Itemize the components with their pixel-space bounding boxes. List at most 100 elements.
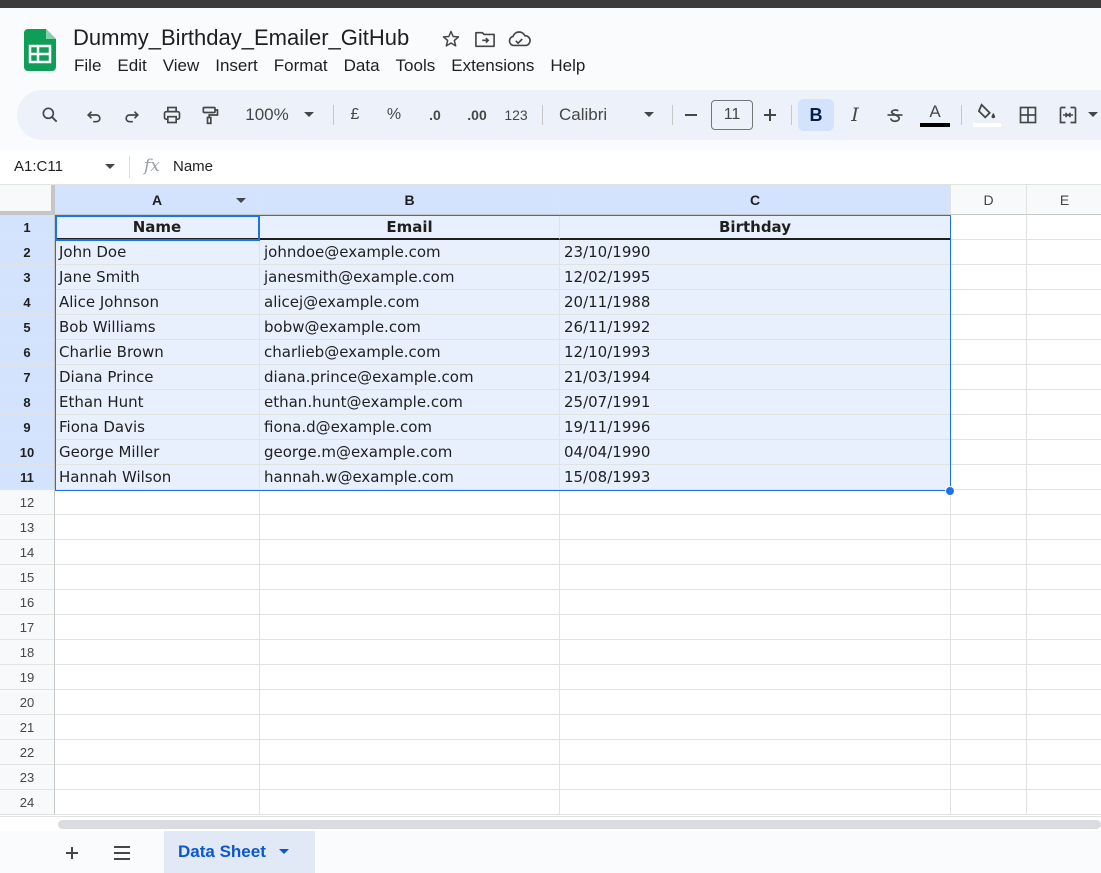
table-cell[interactable] (560, 515, 951, 540)
row-header[interactable]: 5 (0, 315, 55, 340)
table-cell[interactable]: johndoe@example.com (260, 240, 560, 265)
table-cell[interactable] (951, 690, 1027, 715)
merge-cells-icon[interactable] (1053, 99, 1083, 131)
table-cell[interactable]: hannah.w@example.com (260, 465, 560, 490)
table-cell[interactable]: george.m@example.com (260, 440, 560, 465)
move-folder-icon[interactable] (472, 26, 498, 52)
table-cell[interactable] (951, 415, 1027, 440)
row-header[interactable]: 24 (0, 790, 55, 815)
all-sheets-menu-icon[interactable] (110, 843, 134, 863)
table-cell[interactable] (55, 765, 260, 790)
star-icon[interactable] (438, 26, 464, 52)
table-cell[interactable]: 12/10/1993 (560, 340, 951, 365)
table-cell[interactable] (1027, 290, 1101, 315)
decrease-font-size-icon[interactable] (679, 99, 703, 131)
row-header[interactable]: 8 (0, 390, 55, 415)
table-cell[interactable] (260, 665, 560, 690)
table-cell[interactable] (951, 640, 1027, 665)
row-header[interactable]: 9 (0, 415, 55, 440)
row-header[interactable]: 19 (0, 665, 55, 690)
table-cell[interactable] (1027, 415, 1101, 440)
table-cell[interactable] (951, 765, 1027, 790)
row-header[interactable]: 13 (0, 515, 55, 540)
name-box-dropdown-icon[interactable] (104, 163, 116, 171)
table-cell[interactable] (560, 565, 951, 590)
table-cell[interactable] (260, 790, 560, 815)
row-header[interactable]: 23 (0, 765, 55, 790)
column-header-a[interactable]: A (55, 185, 260, 215)
table-cell[interactable]: 15/08/1993 (560, 465, 951, 490)
column-header-c[interactable]: C (560, 185, 951, 215)
table-cell[interactable]: diana.prince@example.com (260, 365, 560, 390)
table-cell[interactable] (55, 740, 260, 765)
table-cell[interactable] (1027, 440, 1101, 465)
table-cell[interactable] (951, 265, 1027, 290)
search-menus-icon[interactable] (35, 99, 65, 131)
menu-data[interactable]: Data (336, 54, 388, 78)
table-cell[interactable] (55, 715, 260, 740)
row-header[interactable]: 18 (0, 640, 55, 665)
cloud-status-icon[interactable] (506, 26, 532, 52)
header-cell[interactable] (1027, 215, 1101, 240)
table-cell[interactable] (951, 290, 1027, 315)
table-cell[interactable] (951, 615, 1027, 640)
table-cell[interactable] (1027, 390, 1101, 415)
table-cell[interactable] (951, 440, 1027, 465)
paint-format-icon[interactable] (195, 99, 225, 131)
row-header[interactable]: 11 (0, 465, 55, 490)
table-cell[interactable] (1027, 640, 1101, 665)
table-cell[interactable] (260, 540, 560, 565)
table-cell[interactable] (260, 565, 560, 590)
fill-handle[interactable] (945, 486, 955, 496)
table-cell[interactable]: alicej@example.com (260, 290, 560, 315)
column-header-b[interactable]: B (260, 185, 560, 215)
table-cell[interactable] (260, 590, 560, 615)
row-header[interactable]: 1 (0, 215, 55, 240)
print-icon[interactable] (157, 99, 187, 131)
table-cell[interactable] (1027, 765, 1101, 790)
redo-icon[interactable] (117, 99, 147, 131)
table-cell[interactable] (55, 640, 260, 665)
table-cell[interactable] (1027, 740, 1101, 765)
table-cell[interactable] (260, 640, 560, 665)
table-cell[interactable] (560, 590, 951, 615)
table-cell[interactable]: charlieb@example.com (260, 340, 560, 365)
row-header[interactable]: 17 (0, 615, 55, 640)
table-cell[interactable] (1027, 340, 1101, 365)
row-header[interactable]: 21 (0, 715, 55, 740)
table-cell[interactable] (951, 565, 1027, 590)
header-cell[interactable]: Birthday (560, 215, 951, 240)
table-cell[interactable] (260, 765, 560, 790)
table-cell[interactable] (55, 515, 260, 540)
table-cell[interactable]: Fiona Davis (55, 415, 260, 440)
table-cell[interactable] (560, 690, 951, 715)
table-cell[interactable]: 25/07/1991 (560, 390, 951, 415)
table-cell[interactable]: Jane Smith (55, 265, 260, 290)
table-cell[interactable] (260, 690, 560, 715)
text-color-button[interactable]: A (919, 99, 951, 131)
horizontal-scrollbar-thumb[interactable] (58, 820, 1101, 829)
font-size-input[interactable]: 11 (711, 100, 753, 130)
percent-format-button[interactable]: % (381, 99, 407, 131)
borders-icon[interactable] (1013, 99, 1043, 131)
row-header[interactable]: 12 (0, 490, 55, 515)
table-cell[interactable] (560, 665, 951, 690)
table-cell[interactable] (1027, 265, 1101, 290)
header-cell[interactable] (951, 215, 1027, 240)
table-cell[interactable]: ethan.hunt@example.com (260, 390, 560, 415)
row-header[interactable]: 20 (0, 690, 55, 715)
table-cell[interactable]: bobw@example.com (260, 315, 560, 340)
menu-edit[interactable]: Edit (109, 54, 154, 78)
table-cell[interactable] (1027, 715, 1101, 740)
table-cell[interactable] (1027, 790, 1101, 815)
sheet-tab-data-sheet[interactable]: Data Sheet (164, 831, 315, 873)
menu-tools[interactable]: Tools (388, 54, 444, 78)
table-cell[interactable] (260, 490, 560, 515)
header-cell[interactable]: Email (260, 215, 560, 240)
table-cell[interactable] (560, 490, 951, 515)
table-cell[interactable] (260, 515, 560, 540)
merge-dropdown-icon[interactable] (1085, 99, 1101, 131)
name-box[interactable]: A1:C11 (14, 158, 63, 175)
table-cell[interactable] (55, 490, 260, 515)
row-header[interactable]: 22 (0, 740, 55, 765)
